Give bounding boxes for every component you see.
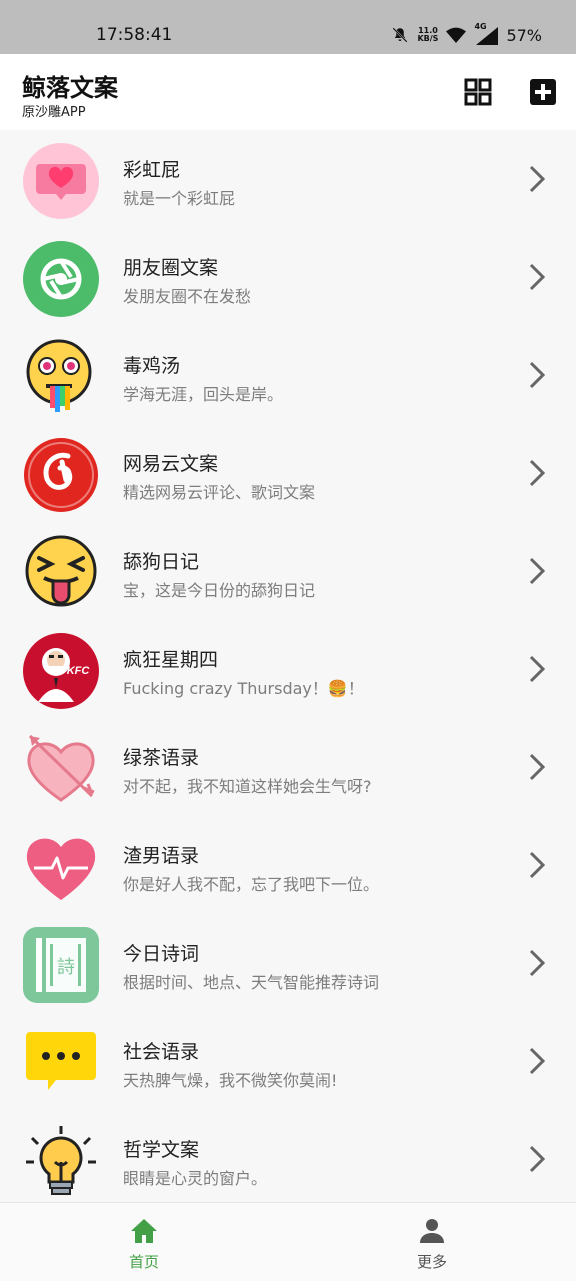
poem-char: 詩 [57,957,75,978]
list-item-netease[interactable]: 网易云文案 精选网易云评论、歌词文案 [0,424,576,522]
heart-arrow-icon [27,734,95,802]
item-desc: 宝，这是今日份的舔狗日记 [123,581,316,600]
item-desc: 天热脾气燥，我不微笑你莫闹! [123,1071,338,1090]
list-item-poetry[interactable]: 詩 今日诗词 根据时间、地点、天气智能推荐诗词 [0,914,576,1012]
app-subtitle: 原沙雕APP [22,105,86,120]
battery-level: 57% [506,25,542,45]
item-title: 哲学文案 [123,1139,200,1161]
item-title: 朋友圈文案 [123,257,219,279]
tongue-out-emoji-icon [25,535,97,607]
chevron-right-icon [529,1145,546,1173]
item-title: 渣男语录 [123,845,200,867]
chevron-right-icon [529,165,546,193]
list-item-lick-dog[interactable]: 舔狗日记 宝，这是今日份的舔狗日记 [0,522,576,620]
list-item-society[interactable]: 社会语录 天热脾气燥，我不微笑你莫闹! [0,1012,576,1110]
cell-signal: 4G [474,23,499,45]
chevron-right-icon [529,459,546,487]
heart-message-icon [23,143,99,219]
item-title: 社会语录 [123,1041,200,1063]
add-icon[interactable] [530,79,556,105]
chevron-right-icon [529,851,546,879]
nav-home[interactable]: 首页 [0,1203,288,1281]
nav-more[interactable]: 更多 [288,1203,576,1281]
mute-icon [392,27,408,43]
person-icon [420,1219,444,1243]
home-icon [131,1219,157,1243]
item-title: 舔狗日记 [123,551,200,573]
chevron-right-icon [529,949,546,977]
kfc-logo-icon: KFC [23,633,99,709]
chevron-right-icon [529,361,546,389]
item-title: 网易云文案 [123,453,219,475]
list-item-rainbow[interactable]: 彩虹屁 就是一个彩虹屁 [0,130,576,228]
category-list: 彩虹屁 就是一个彩虹屁 朋友圈文案 发朋友圈不在发愁 毒鸡汤 学海无涯，回头是岸… [0,130,576,1202]
nav-more-label: 更多 [416,1253,447,1271]
chat-bubble-icon [26,1032,96,1090]
item-desc: Fucking crazy Thursday！🍔！ [123,679,364,698]
chevron-right-icon [529,1047,546,1075]
signal-icon [476,27,499,45]
item-desc: 学海无涯，回头是岸。 [123,385,284,404]
net-speed: 11.0 KB/S [417,26,439,43]
item-desc: 你是好人我不配，忘了我吧下一位。 [123,875,380,894]
item-desc: 眼睛是心灵的窗户。 [123,1169,268,1188]
nav-home-label: 首页 [128,1253,159,1271]
item-desc: 精选网易云评论、歌词文案 [123,483,316,502]
netease-music-icon [24,438,98,512]
list-item-moments[interactable]: 朋友圈文案 发朋友圈不在发愁 [0,228,576,326]
wifi-icon [446,27,467,43]
chevron-right-icon [529,655,546,683]
item-desc: 对不起，我不知道这样她会生气呀? [123,777,372,796]
grid-icon[interactable] [464,78,492,106]
chevron-right-icon [529,263,546,291]
list-item-poison-soup[interactable]: 毒鸡汤 学海无涯，回头是岸。 [0,326,576,424]
poem-scroll-icon: 詩 [23,927,99,1003]
list-item-green-tea[interactable]: 绿茶语录 对不起，我不知道这样她会生气呀? [0,718,576,816]
kfc-logo-text: KFC [67,665,91,677]
lightbulb-icon [26,1126,96,1195]
item-title: 疯狂星期四 [123,649,219,671]
status-icons: 11.0 KB/S 4G 57% [391,23,542,45]
list-item-philosophy[interactable]: 哲学文案 眼睛是心灵的窗户。 [0,1110,576,1202]
app-bar: 鲸落文案 原沙雕APP [0,54,576,130]
item-title: 彩虹屁 [123,159,181,181]
item-desc: 根据时间、地点、天气智能推荐诗词 [123,973,380,992]
aperture-icon [23,241,99,317]
status-bar: 17:58:41 11.0 KB/S 4G 57% [0,0,576,54]
item-desc: 就是一个彩虹屁 [123,189,236,208]
list-item-scumbag[interactable]: 渣男语录 你是好人我不配，忘了我吧下一位。 [0,816,576,914]
status-time: 17:58:41 [96,25,173,45]
item-title: 今日诗词 [123,943,200,965]
item-title: 毒鸡汤 [123,355,181,377]
item-title: 绿茶语录 [123,747,200,769]
bottom-nav: 首页 更多 [0,1202,576,1281]
item-desc: 发朋友圈不在发愁 [123,287,252,306]
list-item-crazy-thursday[interactable]: KFC 疯狂星期四 Fucking crazy Thursday！🍔！ [0,620,576,718]
heart-pulse-icon [26,838,96,900]
chevron-right-icon [529,753,546,781]
chevron-right-icon [529,557,546,585]
app-title: 鲸落文案 [22,74,118,102]
dizzy-face-emoji-icon [26,339,92,412]
